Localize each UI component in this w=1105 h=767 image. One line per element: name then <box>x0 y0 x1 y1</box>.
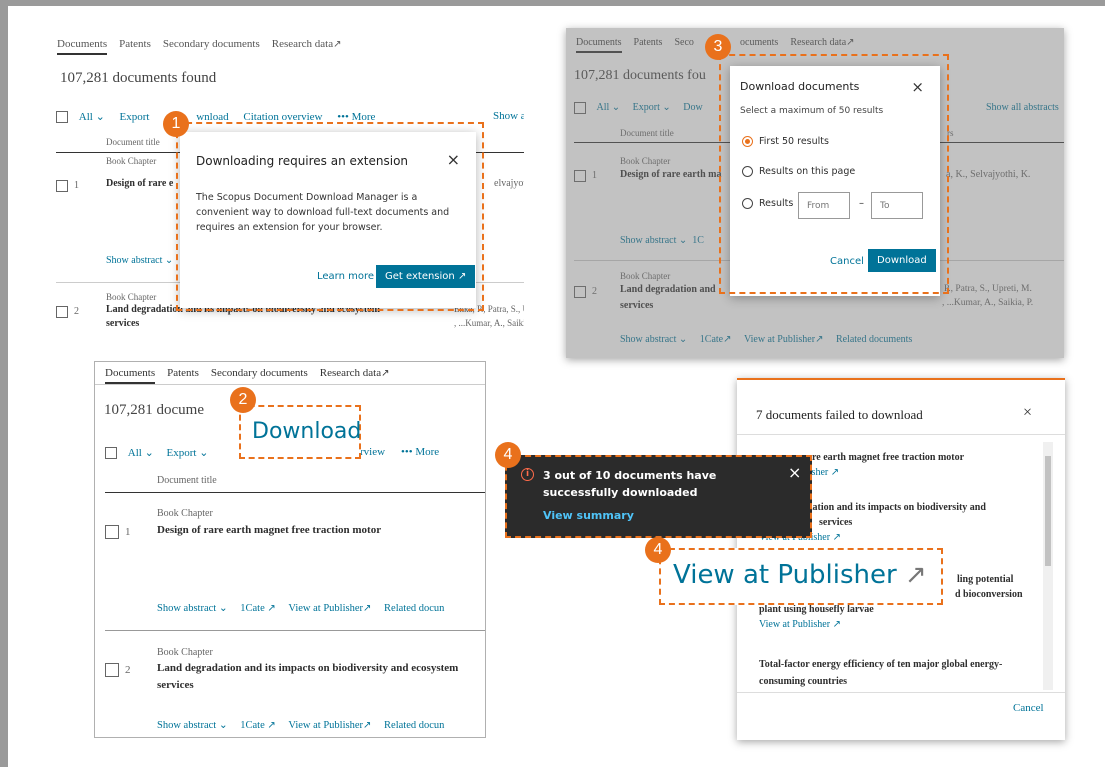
show-abstracts-link[interactable]: Show a <box>493 110 524 122</box>
doc-authors: , ...Kumar, A., Saikia, <box>454 318 524 328</box>
chevron-down-icon: ⌄ <box>144 447 154 459</box>
chevron-down-icon: ⌄ <box>218 720 228 731</box>
external-link-icon: ↗ <box>832 532 841 543</box>
close-icon[interactable]: × <box>1023 404 1032 422</box>
close-icon[interactable]: × <box>788 463 801 482</box>
row-checkbox[interactable] <box>56 180 68 192</box>
download-zoom-callout[interactable]: Download <box>239 405 361 459</box>
export-button[interactable]: Export ⌄ <box>167 447 209 459</box>
chevron-down-icon: ⌄ <box>218 603 228 614</box>
doc-type: Book Chapter <box>157 647 213 658</box>
all-dropdown[interactable]: All ⌄ <box>79 111 105 123</box>
doc-title-line2[interactable]: services <box>157 679 194 691</box>
view-at-publisher-zoom-callout[interactable]: View at Publisher ↗ <box>659 548 943 605</box>
result-tabs: Documents Patents Secondary documents Re… <box>105 367 390 384</box>
failed-title: 7 documents failed to download <box>756 407 923 422</box>
citation-overview-button[interactable]: rview <box>360 446 385 458</box>
download-button-zoomed[interactable]: Download <box>252 419 361 444</box>
step-badge-1: 1 <box>163 111 189 137</box>
highlight-box <box>176 122 484 311</box>
doc-title-line2[interactable]: services <box>106 318 139 329</box>
row-number: 2 <box>74 306 79 317</box>
tab-patents[interactable]: Patents <box>167 367 199 384</box>
step-badge-4: 4 <box>495 442 521 468</box>
show-abstract-link[interactable]: Show abstract ⌄ <box>157 720 228 731</box>
view-summary-link[interactable]: View summary <box>543 509 634 522</box>
select-all-checkbox[interactable] <box>56 111 68 124</box>
related-documents-link[interactable]: Related docun <box>384 720 444 731</box>
tab-documents[interactable]: Documents <box>57 38 108 55</box>
row-checkbox[interactable] <box>105 525 119 539</box>
more-dots-icon: ••• <box>401 446 413 458</box>
highlight-box <box>719 54 949 294</box>
scrollbar-thumb[interactable] <box>1045 456 1051 566</box>
results-count: 107,281 documents found <box>60 70 217 86</box>
step-badge-3: 3 <box>705 34 731 60</box>
external-link-icon: ↗ <box>830 467 840 478</box>
view-at-publisher-link[interactable]: View at Publisher↗ <box>288 720 371 731</box>
external-link-icon: ↗ <box>267 603 276 614</box>
failed-item-title: Total-factor energy efficiency of ten ma… <box>759 659 1003 687</box>
download-toast: i 3 out of 10 documents have successfull… <box>505 455 812 538</box>
external-link-icon: ↗ <box>381 368 390 379</box>
footer-divider <box>737 692 1065 693</box>
tab-documents[interactable]: Documents <box>105 367 156 384</box>
view-at-publisher-link[interactable]: View at Publisher↗ <box>288 603 371 614</box>
step-badge-2: 2 <box>230 387 256 413</box>
export-button[interactable]: Export <box>120 111 150 123</box>
doc-authors: elvajyothi <box>494 178 524 189</box>
result-tabs: Documents Patents Secondary documents Re… <box>57 38 342 55</box>
external-link-icon: ↗ <box>267 720 276 731</box>
doc-type: Book Chapter <box>106 292 157 302</box>
results-count: 107,281 docume <box>104 402 204 418</box>
icate-link[interactable]: 1Cate ↗ <box>240 720 276 731</box>
chevron-down-icon: ⌄ <box>199 447 209 459</box>
row-actions: Show abstract ⌄ 1Cate ↗ View at Publishe… <box>157 602 444 614</box>
doc-type: Book Chapter <box>157 508 213 519</box>
view-at-publisher-zoomed[interactable]: View at Publisher ↗ <box>673 560 927 590</box>
row-number: 1 <box>125 526 131 538</box>
header-divider <box>105 492 485 493</box>
tabs-divider <box>95 384 485 385</box>
icate-link[interactable]: 1Cate ↗ <box>240 603 276 614</box>
title-divider <box>737 434 1065 435</box>
toast-message: 3 out of 10 documents have successfully … <box>543 469 717 499</box>
more-button[interactable]: ••• More <box>401 446 439 458</box>
info-icon: i <box>521 468 534 481</box>
external-link-icon: ↗ <box>333 39 342 50</box>
external-link-icon: ↗ <box>363 720 372 731</box>
chevron-down-icon: ⌄ <box>95 111 105 123</box>
row-actions: Show abstract ⌄ 1Cate ↗ View at Publishe… <box>157 719 444 731</box>
row-number: 2 <box>125 664 131 676</box>
doc-title[interactable]: Design of rare e <box>106 178 173 189</box>
step-badge-4b: 4 <box>645 537 671 563</box>
show-abstract-link[interactable]: Show abstract ⌄ <box>157 603 228 614</box>
doc-type: Book Chapter <box>106 156 157 166</box>
doc-title[interactable]: Design of rare earth magnet free tractio… <box>157 524 381 536</box>
row-checkbox[interactable] <box>56 306 68 318</box>
tab-secondary[interactable]: Secondary documents <box>211 367 308 384</box>
external-link-icon: ↗ <box>832 619 841 630</box>
chevron-down-icon: ⌄ <box>164 255 174 266</box>
show-abstract-link[interactable]: Show abstract ⌄ <box>106 255 173 266</box>
document-title-header: Document title <box>157 475 217 486</box>
view-at-publisher-link[interactable]: View at Publisher ↗ <box>759 617 1049 632</box>
tab-research[interactable]: Research data↗ <box>320 367 390 384</box>
external-link-icon: ↗ <box>904 560 927 590</box>
select-all-checkbox[interactable] <box>105 447 117 460</box>
tab-secondary[interactable]: Secondary documents <box>163 38 260 55</box>
failed-item: Total-factor energy efficiency of ten ma… <box>759 656 1035 690</box>
all-dropdown[interactable]: All ⌄ <box>128 447 154 459</box>
document-title-header: Document title <box>106 137 160 147</box>
row-checkbox[interactable] <box>105 663 119 677</box>
cancel-button[interactable]: Cancel <box>1013 702 1044 714</box>
tab-patents[interactable]: Patents <box>119 38 151 55</box>
scrollbar[interactable] <box>1043 442 1053 690</box>
doc-title[interactable]: Land degradation and its impacts on biod… <box>157 662 458 674</box>
row-divider <box>105 630 485 631</box>
row-number: 1 <box>74 180 79 191</box>
external-link-icon: ↗ <box>363 603 372 614</box>
related-documents-link[interactable]: Related docun <box>384 603 444 614</box>
tab-research[interactable]: Research data↗ <box>272 38 342 55</box>
